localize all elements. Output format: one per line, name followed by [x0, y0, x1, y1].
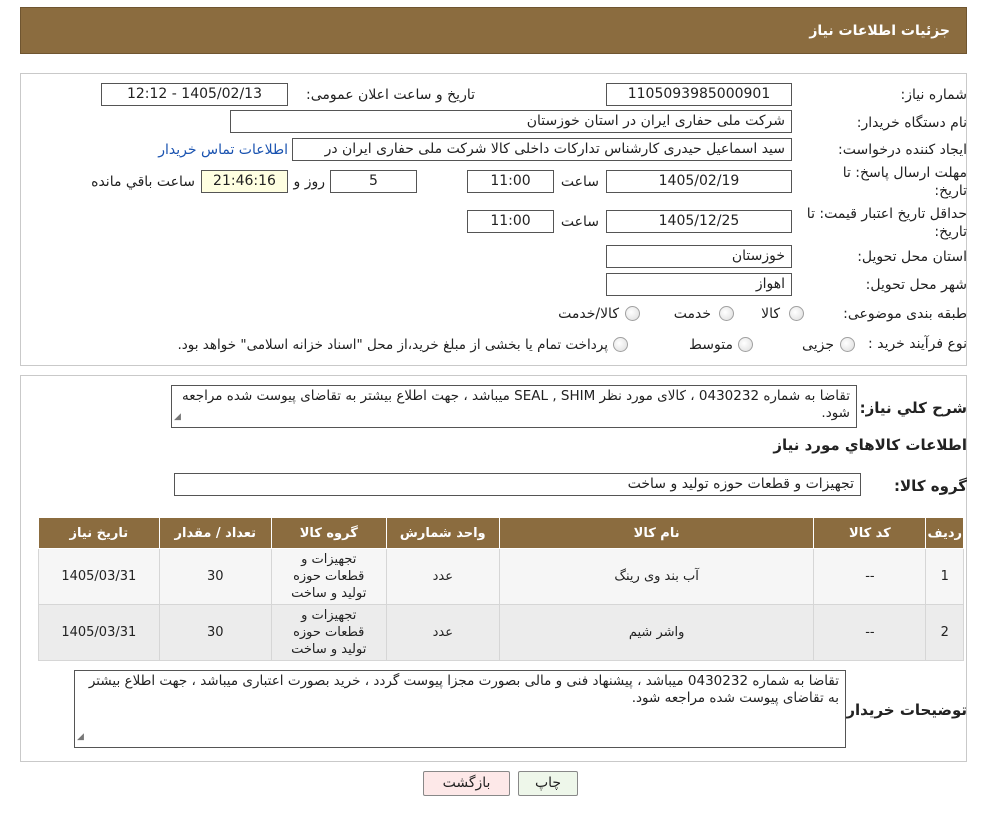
deadline-date-field: 1405/02/19 — [606, 170, 792, 193]
description-textarea: تقاضا به شماره 0430232 ، کالای مورد نظر … — [171, 385, 857, 428]
cell-qty: 30 — [158, 604, 272, 661]
col-qty-header: تعداد / مقدار — [158, 517, 272, 549]
col-group-header: گروه کالا — [270, 517, 387, 549]
need-number-label: شماره نیاز: — [900, 87, 968, 103]
province-label: استان محل تحویل: — [857, 249, 967, 265]
remaining-time-field: 21:46:16 — [201, 170, 288, 193]
cell-unit: عدد — [385, 548, 500, 605]
col-unit-header: واحد شمارش — [385, 517, 500, 549]
buyer-org-field: شرکت ملی حفاری ایران در استان خوزستان — [230, 110, 792, 133]
cell-name: آب بند وی رینگ — [498, 548, 815, 605]
col-date-header: تاریخ نیاز — [38, 517, 160, 549]
category-option-service: خدمت — [673, 306, 711, 322]
announce-label: تاریخ و ساعت اعلان عمومی: — [306, 87, 475, 103]
buyer-org-label: نام دستگاه خریدار: — [856, 115, 967, 131]
category-option-goods: کالا — [761, 306, 780, 322]
cell-group: تجهیزات و قطعات حوزه تولید و ساخت — [270, 548, 387, 605]
cell-name: واشر شیم — [498, 604, 815, 661]
page-title: جزئیات اطلاعات نیاز — [809, 22, 950, 39]
cell-date: 1405/03/31 — [38, 604, 160, 661]
requester-label: ایجاد کننده درخواست: — [838, 142, 967, 158]
announce-field: 1405/02/13 - 12:12 — [101, 83, 288, 106]
resize-grip-icon[interactable]: ◢ — [77, 729, 84, 746]
category-label: طبقه بندی موضوعی: — [843, 306, 967, 322]
col-index-header: رديف — [925, 517, 964, 549]
table-row: 2 -- واشر شیم عدد تجهیزات و قطعات حوزه ت… — [38, 604, 964, 661]
requester-field: سید اسماعیل حیدری کارشناس تدارکات داخلی … — [292, 138, 792, 161]
cell-code: -- — [813, 548, 927, 605]
province-field: خوزستان — [606, 245, 792, 268]
goods-section-title: اطلاعات کالاهاي مورد نياز — [773, 436, 967, 454]
process-label: نوع فرآیند خرید : — [868, 336, 967, 352]
city-field: اهواز — [606, 273, 792, 296]
goods-table: رديف کد کالا نام کالا واحد شمارش گروه کا… — [38, 517, 964, 661]
table-header-row: رديف کد کالا نام کالا واحد شمارش گروه کا… — [38, 517, 964, 549]
goods-group-label: گروه کالا: — [894, 477, 967, 495]
col-name-header: نام کالا — [498, 517, 815, 549]
deadline-time-label: ساعت — [560, 174, 599, 190]
validity-time-label: ساعت — [560, 214, 599, 230]
cell-index: 1 — [925, 548, 964, 605]
category-radio-goods-service[interactable] — [625, 306, 640, 321]
process-option-minor: جزیی — [802, 337, 834, 353]
validity-time-field: 11:00 — [467, 210, 554, 233]
page-header: جزئیات اطلاعات نیاز — [20, 7, 967, 54]
deadline-label-date: تاریخ: — [934, 183, 967, 199]
cell-qty: 30 — [158, 548, 272, 605]
process-note: پرداخت تمام یا بخشی از مبلغ خرید،از محل … — [177, 337, 608, 353]
remaining-label: ساعت باقي مانده — [91, 174, 195, 190]
process-radio-treasury[interactable] — [613, 337, 628, 352]
deadline-label: مهلت ارسال پاسخ: تا — [842, 165, 967, 181]
table-row: 1 -- آب بند وی رینگ عدد تجهیزات و قطعات … — [38, 548, 964, 605]
city-label: شهر محل تحویل: — [865, 277, 967, 293]
category-radio-goods[interactable] — [789, 306, 804, 321]
process-radio-medium[interactable] — [738, 337, 753, 352]
validity-label-date: تاریخ: — [934, 224, 967, 240]
buyer-contact-link[interactable]: اطلاعات تماس خریدار — [158, 142, 288, 158]
col-code-header: کد کالا — [813, 517, 927, 549]
cell-code: -- — [813, 604, 927, 661]
cell-date: 1405/03/31 — [38, 548, 160, 605]
goods-group-field: تجهیزات و قطعات حوزه تولید و ساخت — [174, 473, 861, 496]
cell-unit: عدد — [385, 604, 500, 661]
buyer-notes-label: توضیحات خریدار: — [840, 701, 967, 719]
print-button[interactable]: چاپ — [518, 771, 578, 796]
category-radio-service[interactable] — [719, 306, 734, 321]
need-number-field: 1105093985000901 — [606, 83, 792, 106]
resize-grip-icon[interactable]: ◢ — [174, 409, 181, 426]
category-option-goods-service: کالا/خدمت — [558, 306, 619, 322]
days-field: 5 — [330, 170, 417, 193]
days-label: روز و — [293, 174, 326, 190]
description-label: شرح کلي نياز: — [859, 399, 967, 417]
validity-label: حداقل تاریخ اعتبار قیمت: تا — [806, 206, 967, 222]
buyer-notes-text: تقاضا به شماره 0430232 میباشد ، پیشنهاد … — [88, 673, 839, 706]
cell-group: تجهیزات و قطعات حوزه تولید و ساخت — [270, 604, 387, 661]
cell-index: 2 — [925, 604, 964, 661]
deadline-time-field: 11:00 — [467, 170, 554, 193]
back-button[interactable]: بازگشت — [423, 771, 510, 796]
process-option-medium: متوسط — [689, 337, 733, 353]
process-radio-minor[interactable] — [840, 337, 855, 352]
validity-date-field: 1405/12/25 — [606, 210, 792, 233]
description-text: تقاضا به شماره 0430232 ، کالای مورد نظر … — [181, 388, 850, 421]
buyer-notes-textarea: تقاضا به شماره 0430232 میباشد ، پیشنهاد … — [74, 670, 846, 748]
